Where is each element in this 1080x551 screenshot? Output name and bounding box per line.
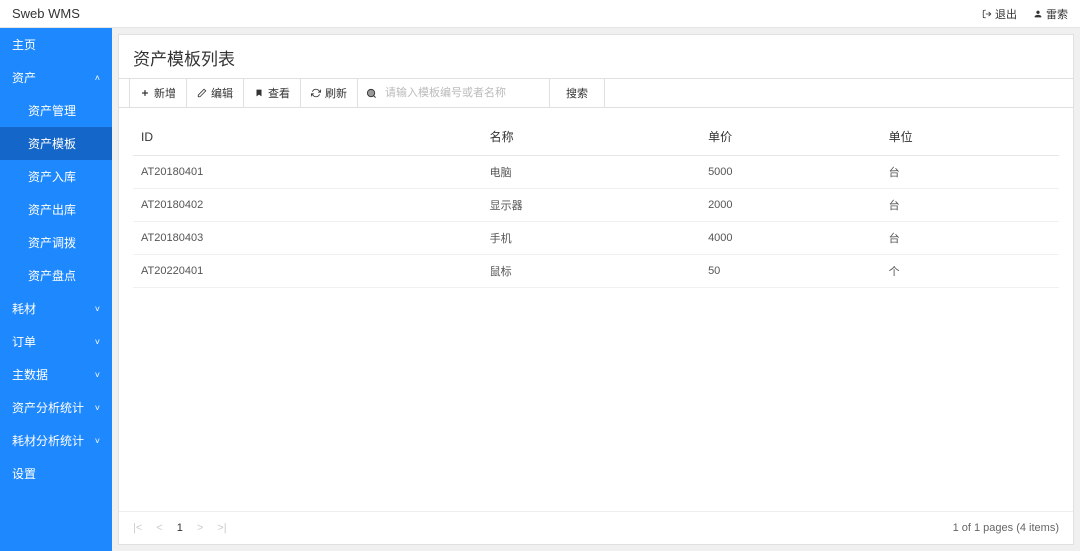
user-name: 雷索 xyxy=(1046,6,1068,22)
chevron-down-icon: ˅ xyxy=(95,403,100,413)
column-header[interactable]: ID xyxy=(133,118,482,156)
cell-name: 电脑 xyxy=(482,156,700,189)
cell-name: 手机 xyxy=(482,222,700,255)
search-input[interactable] xyxy=(381,82,541,104)
nav-item[interactable]: 耗材 ˅ xyxy=(0,292,112,325)
nav-item-label: 资产分析统计 xyxy=(12,399,84,416)
cell-name: 显示器 xyxy=(482,189,700,222)
chevron-down-icon: ˅ xyxy=(95,370,100,380)
user-link[interactable]: 雷索 xyxy=(1033,6,1068,22)
chevron-down-icon: ˅ xyxy=(95,337,100,347)
pencil-icon xyxy=(197,88,207,98)
topbar: Sweb WMS 退出 雷索 xyxy=(0,0,1080,28)
refresh-label: 刷新 xyxy=(325,85,347,101)
page-title: 资产模板列表 xyxy=(119,35,1073,78)
refresh-button[interactable]: 刷新 xyxy=(301,79,358,107)
nav-item-label: 资产 xyxy=(12,69,36,86)
nav-item[interactable]: 主页 xyxy=(0,28,112,61)
add-button[interactable]: 新增 xyxy=(129,79,187,107)
cell-id: AT20180402 xyxy=(133,189,482,222)
cell-price: 5000 xyxy=(700,156,881,189)
asset-template-table: ID名称单价单位 AT20180401电脑5000台AT20180402显示器2… xyxy=(133,118,1059,288)
table-row[interactable]: AT20220401鼠标50个 xyxy=(133,255,1059,288)
chevron-down-icon: ˅ xyxy=(95,304,100,314)
column-header[interactable]: 单价 xyxy=(700,118,881,156)
search-icon xyxy=(366,88,377,99)
cell-id: AT20180401 xyxy=(133,156,482,189)
nav-item[interactable]: 设置 xyxy=(0,457,112,490)
nav-item-label: 订单 xyxy=(12,333,36,350)
table-row[interactable]: AT20180402显示器2000台 xyxy=(133,189,1059,222)
nav-sub-item[interactable]: 资产盘点 xyxy=(0,259,112,292)
nav-sub-item[interactable]: 资产调拨 xyxy=(0,226,112,259)
search-box xyxy=(358,82,549,104)
pager: |< < 1 > >| xyxy=(133,522,227,534)
nav-item-label: 设置 xyxy=(12,465,36,482)
refresh-icon xyxy=(311,88,321,98)
nav-item-label: 耗材 xyxy=(12,300,36,317)
search-button[interactable]: 搜索 xyxy=(549,79,605,107)
nav-item[interactable]: 资产 ˄ xyxy=(0,61,112,94)
logout-icon xyxy=(982,9,992,19)
toolbar: 新增 编辑 查看 刷新 搜索 xyxy=(119,78,1073,108)
cell-id: AT20220401 xyxy=(133,255,482,288)
chevron-up-icon: ˄ xyxy=(95,73,100,83)
pager-last[interactable]: >| xyxy=(217,522,226,534)
nav-item[interactable]: 主数据 ˅ xyxy=(0,358,112,391)
pager-current: 1 xyxy=(177,522,183,534)
column-header[interactable]: 名称 xyxy=(482,118,700,156)
pager-next[interactable]: > xyxy=(197,522,203,534)
cell-id: AT20180403 xyxy=(133,222,482,255)
cell-price: 50 xyxy=(700,255,881,288)
nav-sub-item[interactable]: 资产模板 xyxy=(0,127,112,160)
table-footer: |< < 1 > >| 1 of 1 pages (4 items) xyxy=(119,511,1073,544)
eye-icon xyxy=(254,88,264,98)
cell-price: 2000 xyxy=(700,189,881,222)
nav-item[interactable]: 订单 ˅ xyxy=(0,325,112,358)
view-label: 查看 xyxy=(268,85,290,101)
page-info: 1 of 1 pages (4 items) xyxy=(953,522,1059,534)
edit-button[interactable]: 编辑 xyxy=(187,79,244,107)
cell-unit: 台 xyxy=(881,156,1059,189)
pager-first[interactable]: |< xyxy=(133,522,142,534)
cell-price: 4000 xyxy=(700,222,881,255)
table-row[interactable]: AT20180401电脑5000台 xyxy=(133,156,1059,189)
logout-label: 退出 xyxy=(995,6,1017,22)
logout-link[interactable]: 退出 xyxy=(982,6,1017,22)
user-icon xyxy=(1033,9,1043,19)
chevron-down-icon: ˅ xyxy=(95,436,100,446)
cell-unit: 个 xyxy=(881,255,1059,288)
nav-sub-item[interactable]: 资产入库 xyxy=(0,160,112,193)
nav-item-label: 主数据 xyxy=(12,366,48,383)
nav-sub-item[interactable]: 资产出库 xyxy=(0,193,112,226)
column-header[interactable]: 单位 xyxy=(881,118,1059,156)
cell-name: 鼠标 xyxy=(482,255,700,288)
cell-unit: 台 xyxy=(881,222,1059,255)
nav-item[interactable]: 耗材分析统计 ˅ xyxy=(0,424,112,457)
nav-item-label: 主页 xyxy=(12,36,36,53)
nav-item[interactable]: 资产分析统计 ˅ xyxy=(0,391,112,424)
view-button[interactable]: 查看 xyxy=(244,79,301,107)
sidebar: 主页资产˄资产管理资产模板资产入库资产出库资产调拨资产盘点耗材˅订单˅主数据˅资… xyxy=(0,28,112,551)
nav-sub-item[interactable]: 资产管理 xyxy=(0,94,112,127)
brand-title: Sweb WMS xyxy=(12,6,80,21)
cell-unit: 台 xyxy=(881,189,1059,222)
nav-item-label: 耗材分析统计 xyxy=(12,432,84,449)
edit-label: 编辑 xyxy=(211,85,233,101)
main-panel: 资产模板列表 新增 编辑 查看 刷新 xyxy=(118,34,1074,545)
table-row[interactable]: AT20180403手机4000台 xyxy=(133,222,1059,255)
add-label: 新增 xyxy=(154,85,176,101)
plus-icon xyxy=(140,88,150,98)
pager-prev[interactable]: < xyxy=(156,522,162,534)
